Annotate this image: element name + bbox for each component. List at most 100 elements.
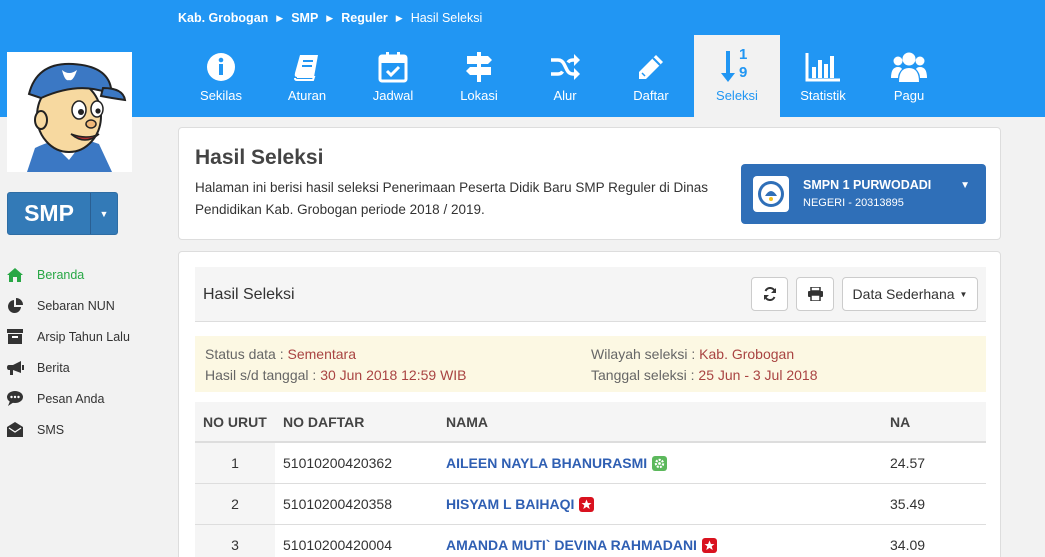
tut-wuri-logo-icon — [753, 176, 789, 212]
sidebar-item-label: Arsip Tahun Lalu — [37, 329, 130, 344]
home-icon — [7, 267, 37, 282]
breadcrumb-item[interactable]: Reguler — [341, 11, 388, 25]
gear-badge-icon — [652, 455, 668, 471]
student-name-link[interactable]: HISYAM L BAIHAQI — [446, 496, 574, 512]
info-box: Status data : Sementara Hasil s/d tangga… — [195, 336, 986, 392]
status-value: Sementara — [287, 346, 356, 362]
sidebar-item-label: Berita — [37, 360, 70, 375]
sidebar-item-pesan[interactable]: Pesan Anda — [7, 383, 130, 414]
nav-lokasi[interactable]: Lokasi — [436, 35, 522, 117]
sidebar-item-berita[interactable]: Berita — [7, 352, 130, 383]
star-badge-icon — [579, 496, 595, 512]
users-icon — [891, 49, 927, 85]
page-header-card: Hasil Seleksi Halaman ini berisi hasil s… — [178, 127, 1001, 240]
sidebar-item-arsip[interactable]: Arsip Tahun Lalu — [7, 321, 130, 352]
column-header[interactable]: NO URUT — [195, 414, 275, 430]
tanggal-row: Tanggal seleksi : 25 Jun - 3 Jul 2018 — [591, 365, 818, 385]
tanggal-value: 25 Jun - 3 Jul 2018 — [698, 367, 818, 383]
archive-icon — [7, 329, 37, 344]
table-row: 1 51010200420362 AILEEN NAYLA BHANURASMI… — [195, 443, 986, 484]
cell-no-urut: 1 — [195, 443, 275, 483]
view-mode-dropdown[interactable]: Data Sederhana ▼ — [842, 277, 978, 311]
school-select-button[interactable]: SMPN 1 PURWODADI NEGERI - 20313895 ▼ — [741, 164, 986, 224]
caret-down-icon[interactable]: ▼ — [90, 193, 117, 234]
cell-no-daftar: 51010200420362 — [283, 455, 393, 471]
nav-label: Aturan — [287, 88, 327, 103]
caret-right-icon: ▶ — [395, 12, 403, 23]
caret-right-icon: ▶ — [326, 12, 334, 23]
print-button[interactable] — [796, 277, 834, 311]
sidebar-item-label: Pesan Anda — [37, 391, 105, 406]
refresh-icon — [763, 287, 776, 301]
nav-statistik[interactable]: Statistik — [780, 35, 866, 117]
school-name: SMPN 1 PURWODADI — [803, 178, 932, 192]
breadcrumb-current: Hasil Seleksi — [410, 11, 483, 25]
sidebar-item-label: Beranda — [37, 267, 85, 282]
column-header[interactable]: NO DAFTAR — [275, 414, 438, 430]
signpost-icon — [464, 49, 494, 85]
nav-jadwal[interactable]: Jadwal — [350, 35, 436, 117]
nav-label: Alur — [553, 88, 577, 103]
mascot-logo — [7, 52, 132, 172]
nav-daftar[interactable]: Daftar — [608, 35, 694, 117]
sidebar-item-label: Sebaran NUN — [37, 298, 115, 313]
nav-label: Lokasi — [460, 88, 498, 103]
school-subtitle: NEGERI - 20313895 — [803, 197, 904, 209]
column-header[interactable]: NA — [882, 414, 986, 430]
refresh-button[interactable] — [751, 277, 788, 311]
caret-right-icon: ▶ — [276, 12, 284, 23]
bar-chart-icon — [805, 49, 841, 85]
level-select-button[interactable]: SMP ▼ — [7, 192, 118, 235]
cell-nama: AMANDA MUTI` DEVINA RAHMADANI — [438, 537, 882, 553]
nav-seleksi[interactable]: 1 9 Seleksi — [694, 35, 780, 117]
comment-icon — [7, 391, 37, 406]
breadcrumb-item[interactable]: Kab. Grobogan — [178, 11, 268, 25]
cell-no-daftar: 51010200420358 — [283, 496, 393, 512]
random-icon — [549, 49, 581, 85]
nav-label: Sekilas — [200, 88, 242, 103]
student-name-link[interactable]: AMANDA MUTI` DEVINA RAHMADANI — [446, 537, 697, 553]
cell-no-urut: 2 — [195, 484, 275, 524]
cell-na: 34.09 — [890, 537, 926, 553]
page-description: Halaman ini berisi hasil seleksi Penerim… — [195, 180, 708, 217]
table-row: 2 51010200420358 HISYAM L BAIHAQI 35.49 — [195, 484, 986, 525]
sort-number-top: 1 — [739, 46, 748, 63]
view-mode-label: Data Sederhana — [852, 286, 955, 302]
nav-sekilas[interactable]: Sekilas — [178, 35, 264, 117]
results-card: Hasil Seleksi Data Sederhana ▼ Status da… — [178, 251, 1001, 557]
table-header-row: NO URUT NO DAFTAR NAMA NA — [195, 402, 986, 443]
sidebar-item-beranda[interactable]: Beranda — [7, 259, 130, 290]
info-icon — [206, 49, 236, 85]
sidebar-item-sebaran-nun[interactable]: Sebaran NUN — [7, 290, 130, 321]
sidebar-item-sms[interactable]: SMS — [7, 414, 130, 445]
panel-heading: Hasil Seleksi Data Sederhana ▼ — [195, 267, 986, 322]
pencil-icon — [636, 49, 666, 85]
envelope-icon — [7, 422, 37, 437]
breadcrumb-item[interactable]: SMP — [291, 11, 318, 25]
nav-pagu[interactable]: Pagu — [866, 35, 952, 117]
cell-nama: HISYAM L BAIHAQI — [438, 496, 882, 512]
hasil-row: Hasil s/d tanggal : 30 Jun 2018 12:59 WI… — [205, 365, 467, 385]
pie-chart-icon — [7, 297, 37, 314]
status-label: Status data : — [205, 346, 284, 362]
nav-aturan[interactable]: Aturan — [264, 35, 350, 117]
results-table: NO URUT NO DAFTAR NAMA NA 1 510102004203… — [195, 402, 986, 557]
main-nav: Sekilas Aturan Jadwal Lokasi Alur Daftar… — [178, 35, 952, 117]
nav-alur[interactable]: Alur — [522, 35, 608, 117]
status-row: Status data : Sementara — [205, 344, 356, 364]
nav-label: Seleksi — [716, 88, 758, 103]
cell-na: 24.57 — [890, 455, 926, 471]
nav-label: Pagu — [893, 88, 925, 103]
column-header[interactable]: NAMA — [438, 414, 882, 430]
bullhorn-icon — [7, 360, 37, 375]
print-icon — [807, 287, 823, 301]
student-name-link[interactable]: AILEEN NAYLA BHANURASMI — [446, 455, 647, 471]
wilayah-label: Wilayah seleksi : — [591, 346, 696, 362]
sidebar-menu: Beranda Sebaran NUN Arsip Tahun Lalu Ber… — [7, 259, 130, 445]
star-badge-icon — [701, 537, 717, 553]
cell-no-daftar: 51010200420004 — [283, 537, 393, 553]
book-icon — [292, 49, 322, 85]
sort-numeric-icon: 1 9 — [721, 46, 753, 85]
wilayah-value: Kab. Grobogan — [699, 346, 795, 362]
wilayah-row: Wilayah seleksi : Kab. Grobogan — [591, 344, 794, 364]
